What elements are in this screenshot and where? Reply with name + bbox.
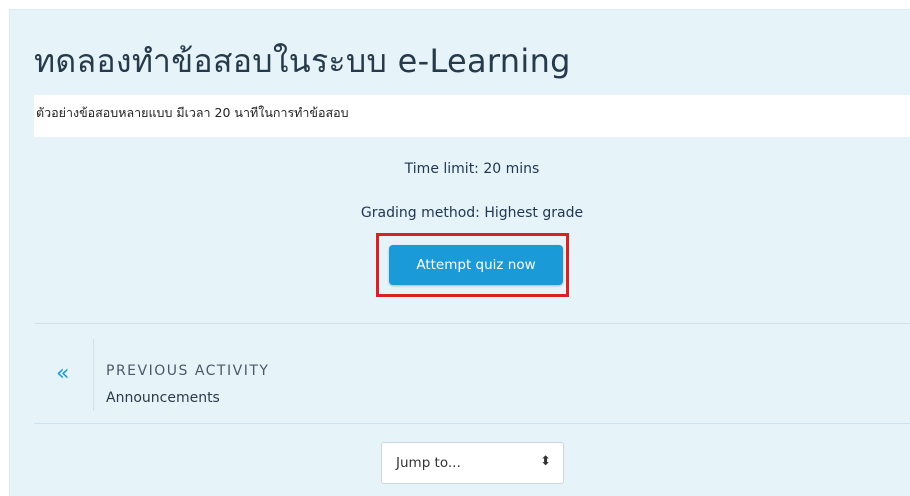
previous-activity-name: Announcements (106, 390, 220, 406)
jump-to-select[interactable]: Jump to... ⬍ (381, 442, 564, 484)
divider (34, 423, 910, 424)
quiz-intro-box: ตัวอย่างข้อสอบหลายแบบ มีเวลา 20 นาทีในกา… (34, 95, 910, 137)
grading-method-text: Grading method: Highest grade (360, 205, 584, 221)
course-page: ทดลองทำข้อสอบในระบบ e-Learning ตัวอย่างข… (9, 9, 910, 496)
attempt-quiz-button[interactable]: Attempt quiz now (389, 245, 563, 285)
previous-activity-link[interactable]: « PREVIOUS ACTIVITY Announcements (34, 335, 334, 413)
separator (93, 339, 94, 411)
previous-activity-label: PREVIOUS ACTIVITY (106, 363, 270, 379)
divider (34, 323, 910, 324)
jump-to-value: Jump to... (396, 455, 461, 471)
double-chevron-left-icon: « (56, 361, 70, 386)
select-arrows-icon: ⬍ (540, 454, 551, 469)
page-title: ทดลองทำข้อสอบในระบบ e-Learning (34, 42, 571, 80)
quiz-intro-text: ตัวอย่างข้อสอบหลายแบบ มีเวลา 20 นาทีในกา… (36, 105, 349, 120)
time-limit-text: Time limit: 20 mins (404, 161, 540, 177)
